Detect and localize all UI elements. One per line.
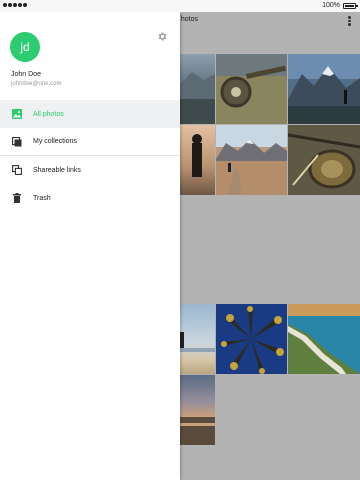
nav-label-trash: Trash xyxy=(33,194,51,202)
photo-beach-person[interactable] xyxy=(180,304,215,374)
navigation-drawer: jd John Doe johndoe@one.com All photos M… xyxy=(0,12,180,480)
more-options-icon[interactable] xyxy=(348,16,351,26)
share-links-icon xyxy=(12,165,22,175)
nav-label-all-photos: All photos xyxy=(33,110,64,118)
photo-fishing-reel[interactable] xyxy=(216,54,287,124)
status-bar: 100% xyxy=(0,0,360,12)
drawer-nav: All photos My collections Shareable link… xyxy=(0,100,180,212)
nav-item-shareable-links[interactable]: Shareable links xyxy=(0,156,180,184)
nav-item-all-photos[interactable]: All photos xyxy=(0,100,180,128)
photo-coast-road[interactable] xyxy=(180,54,215,124)
photo-desert-mountains[interactable] xyxy=(216,125,287,195)
nav-item-my-collections[interactable]: My collections xyxy=(0,128,180,156)
gear-icon[interactable] xyxy=(157,31,168,42)
photo-palm-trees[interactable] xyxy=(216,304,287,374)
collections-icon xyxy=(12,136,22,147)
photo-icon xyxy=(12,109,22,119)
photo-aerial-coast[interactable] xyxy=(288,304,360,374)
nav-label-my-collections: My collections xyxy=(33,138,77,145)
photo-silhouette[interactable] xyxy=(180,125,215,195)
user-name: John Doe xyxy=(11,71,41,78)
nav-label-shareable-links: Shareable links xyxy=(33,166,81,174)
photo-fly-fishing-gear[interactable] xyxy=(288,125,360,195)
signal-icon xyxy=(3,3,27,7)
photo-mountain-lake[interactable] xyxy=(288,54,360,124)
nav-item-trash[interactable]: Trash xyxy=(0,184,180,212)
battery-icon xyxy=(343,3,358,9)
avatar[interactable]: jd xyxy=(10,32,40,62)
photo-sunset-beach[interactable] xyxy=(180,375,215,445)
avatar-initials: jd xyxy=(20,40,30,54)
battery-percentage: 100% xyxy=(322,2,340,9)
trash-icon xyxy=(12,193,22,203)
user-email: johndoe@one.com xyxy=(11,81,62,87)
